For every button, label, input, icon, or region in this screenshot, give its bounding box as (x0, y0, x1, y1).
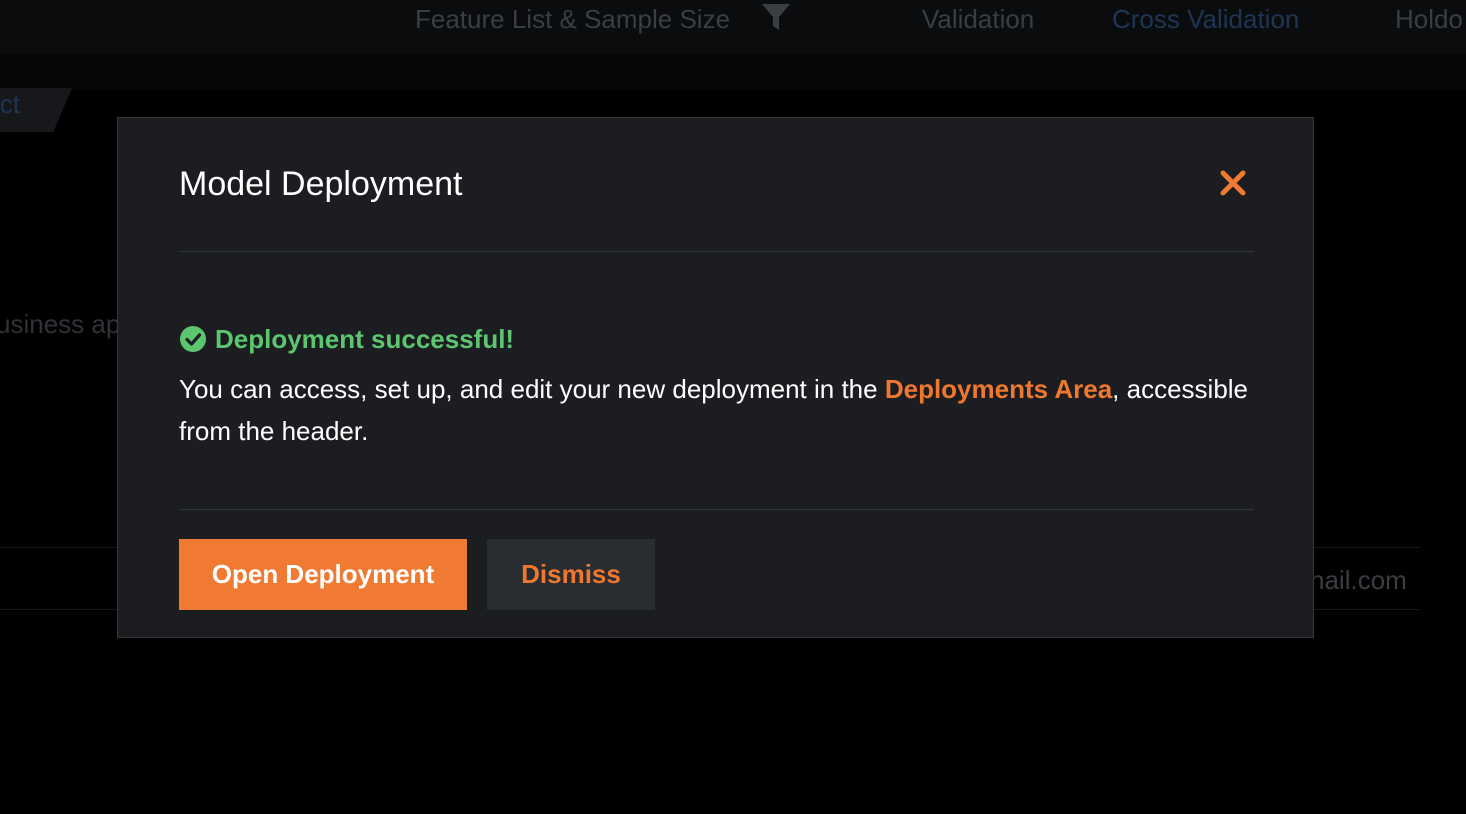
app-page: Feature List & Sample Size Validation Cr… (0, 0, 1466, 814)
footer-divider (179, 509, 1254, 510)
dismiss-button[interactable]: Dismiss (487, 539, 655, 610)
column-header-holdout: Holdo (1395, 4, 1463, 34)
dialog-body-text: You can access, set up, and edit your ne… (179, 368, 1254, 452)
column-header-cross-validation: Cross Validation (1112, 4, 1300, 34)
success-message-row: Deployment successful! (179, 321, 514, 357)
close-icon[interactable] (1216, 166, 1250, 200)
column-header-validation: Validation (922, 4, 1035, 34)
body-text-before-link: You can access, set up, and edit your ne… (179, 374, 885, 404)
header-divider (179, 251, 1254, 252)
model-deployment-dialog: Model Deployment Deployment successful! … (117, 117, 1314, 638)
dialog-title: Model Deployment (179, 165, 463, 203)
success-message: Deployment successful! (215, 323, 515, 354)
deployments-area-link[interactable]: Deployments Area (885, 374, 1112, 404)
filter-icon (762, 4, 790, 30)
background-tab-label: ict (0, 89, 20, 119)
open-deployment-button[interactable]: Open Deployment (179, 539, 467, 610)
background-email-fragment: nail.com (1310, 565, 1407, 595)
background-text-fragment: usiness ap (0, 309, 121, 339)
column-header-feature-list: Feature List & Sample Size (415, 4, 731, 34)
background-subheader (0, 54, 1466, 90)
check-circle-icon (180, 326, 206, 352)
